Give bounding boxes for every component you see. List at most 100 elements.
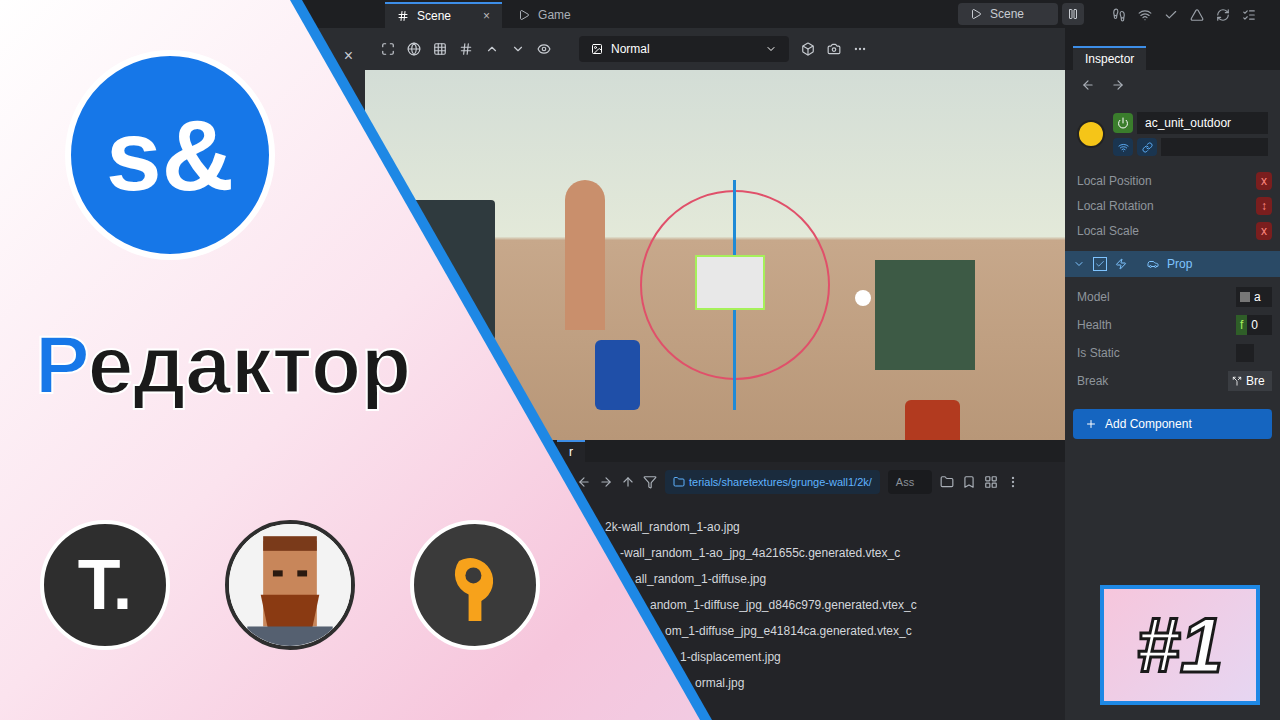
break-icon	[1232, 376, 1242, 386]
break-button[interactable]: Bre	[1228, 371, 1272, 391]
transform-label: Local Rotation	[1077, 197, 1154, 215]
channel-icon[interactable]: T.	[40, 520, 170, 650]
forward-icon	[1111, 78, 1125, 92]
property-row: Model a	[1065, 285, 1280, 309]
s-and-box-logo: s&	[65, 50, 275, 260]
play-label: Scene	[990, 5, 1024, 23]
walk-icon	[1112, 8, 1126, 22]
pause-icon	[1067, 8, 1079, 20]
fullscreen-icon	[381, 42, 395, 56]
network-icon	[1118, 142, 1129, 153]
editor-tab-bar: Scene × Game Scene	[365, 0, 1280, 28]
plus-icon	[1085, 418, 1097, 430]
tab-label: Game	[538, 6, 571, 24]
property-row: Break Bre	[1065, 369, 1280, 393]
refresh-icon	[1216, 8, 1230, 22]
inspector-title: Inspector	[1085, 50, 1134, 68]
inspector-tab[interactable]: Inspector	[1073, 46, 1146, 70]
check-icon	[1164, 8, 1178, 22]
health-field[interactable]: f0	[1236, 315, 1272, 335]
channel-icon[interactable]	[410, 520, 540, 650]
forward-icon	[599, 475, 613, 489]
image-icon	[591, 43, 603, 55]
enabled-toggle[interactable]	[1113, 113, 1133, 133]
check-icon	[1095, 259, 1105, 269]
transform-row: Local Scale x	[1065, 218, 1280, 243]
grid-icon	[433, 42, 447, 56]
channel-icon[interactable]	[225, 520, 355, 650]
new-folder-icon	[940, 475, 954, 489]
render-mode-label: Normal	[611, 40, 650, 58]
property-label: Is Static	[1077, 344, 1120, 362]
transform-row: Local Rotation ↕	[1065, 193, 1280, 218]
selected-unit	[695, 255, 765, 310]
power-icon	[1117, 117, 1129, 129]
expand-icon	[1073, 258, 1085, 270]
box-icon	[801, 42, 815, 56]
viewport-toolbar: Normal	[365, 28, 1065, 70]
menu-icon	[1006, 475, 1020, 489]
reset-button[interactable]: ↕	[1256, 197, 1272, 215]
add-component-button[interactable]: Add Component	[1073, 409, 1272, 439]
tab-close[interactable]: ×	[483, 7, 490, 25]
dropdown-icon	[765, 43, 777, 55]
figure	[565, 180, 605, 330]
eye-icon	[537, 42, 551, 56]
orange-logo-icon	[435, 545, 515, 625]
triangle-icon	[1190, 8, 1204, 22]
path-text: terials/sharetextures/grunge-wall1/2k/	[689, 474, 872, 491]
transform-row: Local Position x	[1065, 168, 1280, 193]
tags-field	[1161, 138, 1268, 156]
static-checkbox[interactable]	[1236, 344, 1254, 362]
bearded-face-icon	[229, 524, 351, 646]
editor-tab[interactable]: Game	[506, 2, 583, 28]
component-header[interactable]: Prop	[1065, 251, 1280, 277]
component-name: Prop	[1167, 255, 1192, 273]
green-cabinet	[875, 260, 975, 370]
render-mode-dropdown[interactable]: Normal	[579, 36, 789, 62]
view-icon	[984, 475, 998, 489]
asset-search[interactable]: Ass	[888, 470, 932, 494]
editor-tab[interactable]: Scene ×	[385, 2, 502, 28]
red-barrel	[905, 400, 960, 440]
reset-button[interactable]: x	[1256, 222, 1272, 240]
panel-close[interactable]: ×	[344, 44, 353, 68]
link-icon	[1142, 142, 1153, 153]
up-folder-icon	[621, 475, 635, 489]
property-label: Health	[1077, 316, 1112, 334]
episode-badge: #1	[1100, 585, 1260, 705]
play-icon	[970, 8, 982, 20]
blue-barrel	[595, 340, 640, 410]
zap-icon	[1115, 258, 1127, 270]
game-icon	[518, 9, 530, 21]
object-smile-icon	[1077, 120, 1105, 148]
bookmark-icon	[962, 475, 976, 489]
thumbnail: ×Scene×GameSceneNormalrterials/sharetext…	[0, 0, 1280, 720]
folder-icon	[673, 476, 685, 488]
model-field[interactable]: a	[1236, 287, 1272, 307]
reset-button[interactable]: x	[1256, 172, 1272, 190]
pause-button[interactable]	[1062, 3, 1084, 25]
tab-label: Scene	[417, 7, 451, 25]
scene-icon	[397, 10, 409, 22]
property-label: Break	[1077, 372, 1108, 390]
network-icon	[1138, 8, 1152, 22]
camera-icon	[827, 42, 841, 56]
name-field[interactable]: ac_unit_outdoor	[1137, 112, 1268, 134]
up-icon	[485, 42, 499, 56]
filter-icon	[643, 475, 657, 489]
property-label: Model	[1077, 288, 1110, 306]
property-row: Is Static	[1065, 341, 1280, 365]
property-row: Health f0	[1065, 313, 1280, 337]
path-field[interactable]: terials/sharetextures/grunge-wall1/2k/	[665, 470, 880, 494]
back-icon	[1081, 78, 1095, 92]
transform-label: Local Position	[1077, 172, 1152, 190]
prop-icon	[1147, 258, 1159, 270]
component-checkbox[interactable]	[1093, 257, 1107, 271]
list-icon	[1242, 8, 1256, 22]
snap-icon	[459, 42, 473, 56]
play-button[interactable]: Scene	[958, 3, 1058, 25]
light-icon	[855, 290, 871, 306]
transform-label: Local Scale	[1077, 222, 1139, 240]
globe-icon	[407, 42, 421, 56]
